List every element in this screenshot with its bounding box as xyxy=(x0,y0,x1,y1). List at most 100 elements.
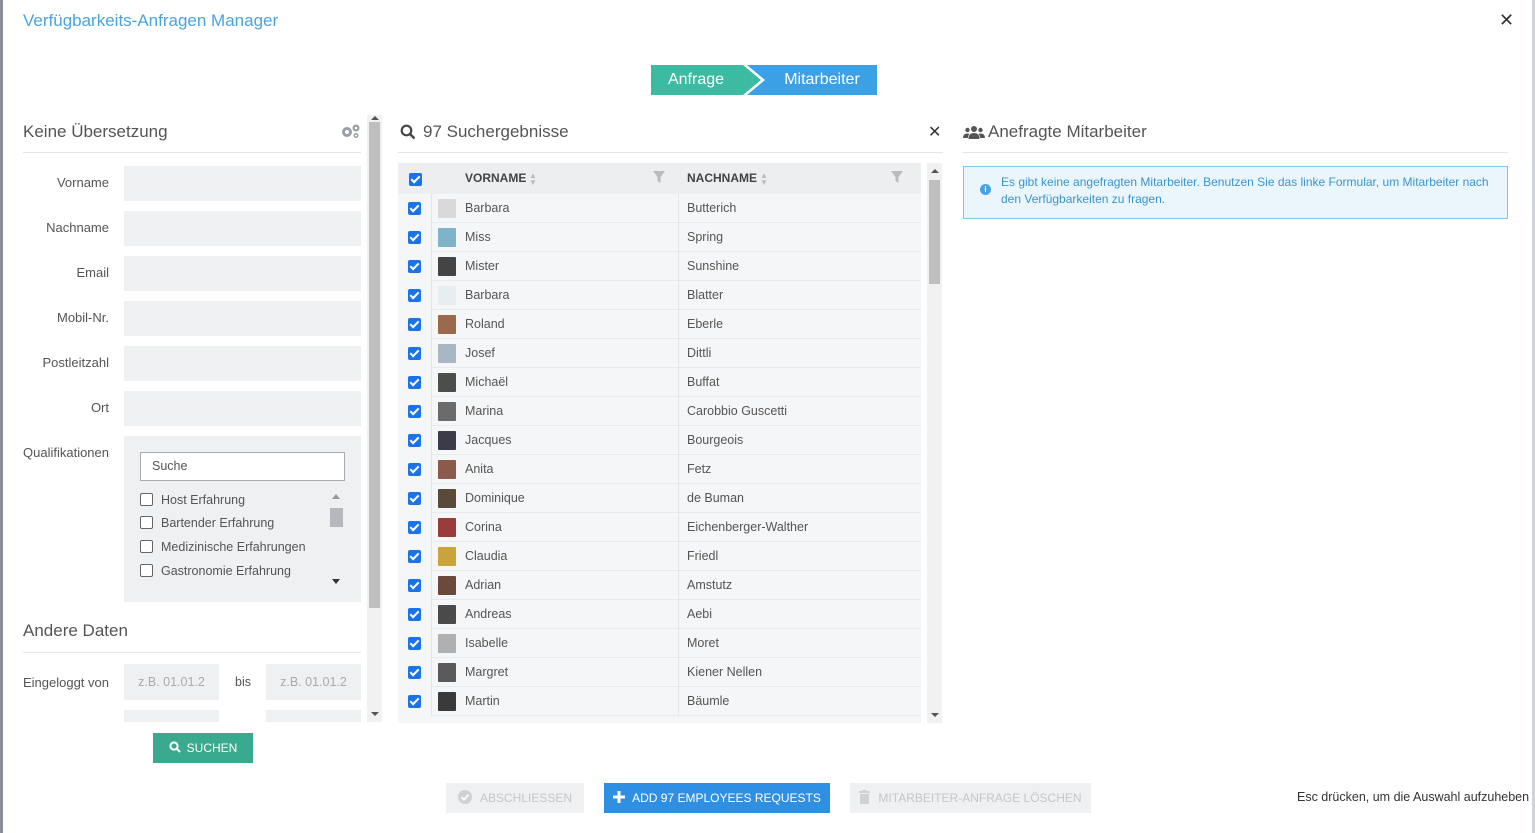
checkbox-cell xyxy=(398,339,432,368)
filter-icon[interactable] xyxy=(653,171,665,184)
date-to-input[interactable]: z.B. 01.01.2 xyxy=(266,664,361,700)
vorname-input[interactable] xyxy=(124,166,361,201)
row-checkbox[interactable] xyxy=(408,376,421,389)
step-mitarbeiter[interactable]: Mitarbeiter xyxy=(747,65,877,95)
row-checkbox[interactable] xyxy=(408,579,421,592)
qualification-option[interactable]: Host Erfahrung xyxy=(140,491,245,509)
checkbox[interactable] xyxy=(140,516,153,529)
table-row[interactable]: Adrian Amstutz xyxy=(398,571,921,600)
row-checkbox[interactable] xyxy=(408,521,421,534)
qualification-option[interactable]: Gastronomie Erfahrung xyxy=(140,562,291,580)
table-row[interactable]: Dominique de Buman xyxy=(398,484,921,513)
checkbox[interactable] xyxy=(140,540,153,553)
avatar xyxy=(438,605,456,624)
column-divider xyxy=(678,658,679,687)
filter-icon[interactable] xyxy=(891,171,903,184)
row-checkbox[interactable] xyxy=(408,608,421,621)
row-checkbox[interactable] xyxy=(408,550,421,563)
table-row[interactable]: Michaël Buffat xyxy=(398,368,921,397)
table-row[interactable]: Margret Kiener Nellen xyxy=(398,658,921,687)
checkbox[interactable] xyxy=(140,493,153,506)
table-row[interactable]: Miss Spring xyxy=(398,223,921,252)
postleitzahl-input[interactable] xyxy=(124,346,361,381)
nachname-input[interactable] xyxy=(124,211,361,246)
scroll-down-arrow-icon[interactable] xyxy=(931,713,939,717)
row-checkbox[interactable] xyxy=(408,231,421,244)
sort-icon[interactable]: ▲ ▼ xyxy=(529,172,537,187)
last-name-cell: Sunshine xyxy=(687,259,740,273)
row-checkbox[interactable] xyxy=(408,260,421,273)
scroll-up-arrow-icon[interactable] xyxy=(332,494,340,499)
column-divider xyxy=(678,252,679,281)
column-header-vorname[interactable]: VORNAME xyxy=(465,171,526,185)
add-employees-requests-button[interactable]: ADD 97 EMPLOYEES REQUESTS xyxy=(604,783,830,813)
close-request-button[interactable]: ABSCHLIESSEN xyxy=(446,783,584,813)
scroll-down-arrow-icon[interactable] xyxy=(371,712,379,716)
row-checkbox[interactable] xyxy=(408,695,421,708)
table-row[interactable]: Jacques Bourgeois xyxy=(398,426,921,455)
row-checkbox[interactable] xyxy=(408,318,421,331)
row-checkbox[interactable] xyxy=(408,405,421,418)
table-row[interactable]: Corina Eichenberger-Walther xyxy=(398,513,921,542)
table-row[interactable]: Martin Bäumle xyxy=(398,687,921,716)
step-anfrage[interactable]: Anfrage xyxy=(651,65,761,95)
label-bis: bis xyxy=(235,675,251,689)
table-row[interactable]: Anita Fetz xyxy=(398,455,921,484)
row-checkbox[interactable] xyxy=(408,463,421,476)
table-row[interactable]: Barbara Blatter xyxy=(398,281,921,310)
row-checkbox[interactable] xyxy=(408,492,421,505)
checkbox-cell xyxy=(398,397,432,426)
close-modal-button[interactable]: ✕ xyxy=(1499,10,1514,30)
column-divider xyxy=(678,629,679,658)
sort-icon[interactable]: ▲ ▼ xyxy=(760,172,768,187)
row-checkbox[interactable] xyxy=(408,289,421,302)
row-checkbox[interactable] xyxy=(408,637,421,650)
table-row[interactable]: Mister Sunshine xyxy=(398,252,921,281)
ort-input[interactable] xyxy=(124,391,361,426)
delete-request-button[interactable]: MITARBEITER-ANFRAGE LÖSCHEN xyxy=(850,783,1091,813)
table-row[interactable]: Claudia Friedl xyxy=(398,542,921,571)
avatar xyxy=(438,199,456,218)
row-checkbox[interactable] xyxy=(408,202,421,215)
scroll-down-arrow-icon[interactable] xyxy=(332,579,340,584)
last-name-cell: Friedl xyxy=(687,549,719,563)
column-divider xyxy=(678,397,679,426)
checkbox-cell xyxy=(398,629,432,658)
qualifications-scrollbar[interactable] xyxy=(330,508,343,527)
email-input[interactable] xyxy=(124,256,361,291)
checkbox-cell xyxy=(398,455,432,484)
avatar xyxy=(438,431,456,450)
clear-results-button[interactable]: ✕ xyxy=(928,122,941,142)
first-name-cell: Isabelle xyxy=(465,636,509,650)
qualifications-search-input[interactable]: Suche xyxy=(140,452,345,481)
date-input-partial[interactable] xyxy=(124,710,219,722)
label-vorname: Vorname xyxy=(56,175,109,190)
row-checkbox[interactable] xyxy=(408,347,421,360)
first-name-cell: Josef xyxy=(465,346,495,360)
qualification-option[interactable]: Bartender Erfahrung xyxy=(140,514,274,532)
search-button[interactable]: SUCHEN xyxy=(153,733,253,763)
column-header-nachname[interactable]: NACHNAME xyxy=(687,171,757,185)
form-scrollbar-thumb[interactable] xyxy=(369,122,380,608)
checkbox[interactable] xyxy=(140,564,153,577)
select-all-checkbox[interactable] xyxy=(409,173,422,186)
row-checkbox[interactable] xyxy=(408,666,421,679)
table-row[interactable]: Marina Carobbio Guscetti xyxy=(398,397,921,426)
qualification-label: Host Erfahrung xyxy=(161,493,246,507)
date-from-input[interactable]: z.B. 01.01.2 xyxy=(124,664,219,700)
table-row[interactable]: Josef Dittli xyxy=(398,339,921,368)
date-input-partial[interactable] xyxy=(266,710,361,722)
scroll-up-arrow-icon[interactable] xyxy=(931,169,939,173)
gears-icon[interactable] xyxy=(340,123,362,139)
table-row[interactable]: Andreas Aebi xyxy=(398,600,921,629)
scroll-up-arrow-icon[interactable] xyxy=(371,116,379,120)
mobil-input[interactable] xyxy=(124,301,361,336)
trash-icon xyxy=(859,790,871,804)
table-row[interactable]: Roland Eberle xyxy=(398,310,921,339)
table-row[interactable]: Barbara Butterich xyxy=(398,194,921,223)
table-row[interactable]: Isabelle Moret xyxy=(398,629,921,658)
results-scrollbar-thumb[interactable] xyxy=(929,180,940,284)
qualification-option[interactable]: Medizinische Erfahrungen xyxy=(140,538,306,556)
row-checkbox[interactable] xyxy=(408,434,421,447)
first-name-cell: Barbara xyxy=(465,201,510,215)
